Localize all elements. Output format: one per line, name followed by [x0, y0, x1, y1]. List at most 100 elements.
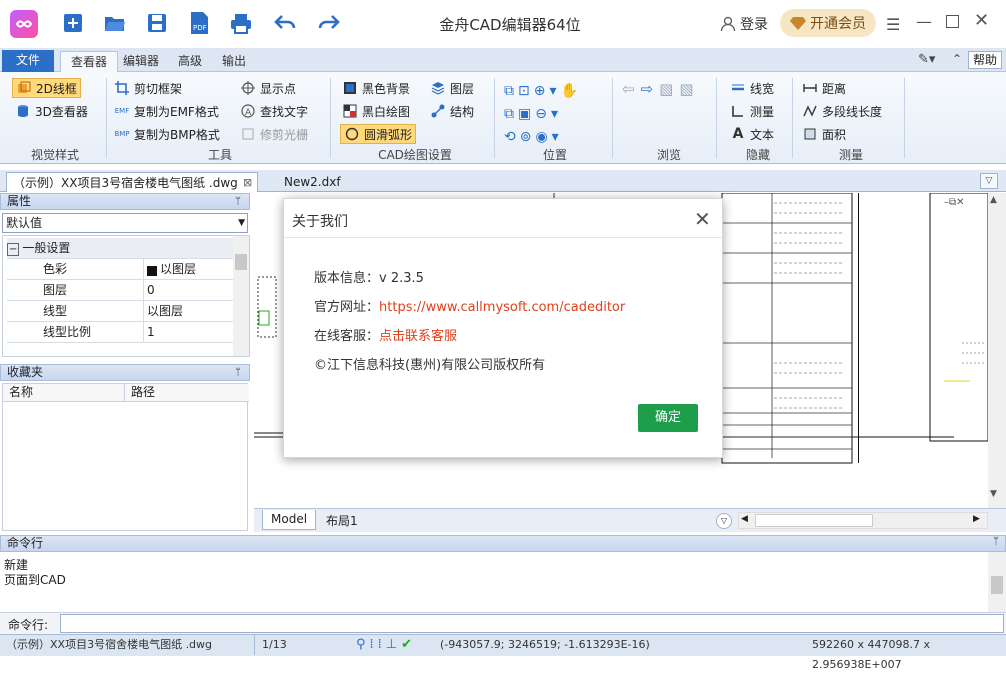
zoom-out-icon[interactable]: ⊖▾: [535, 106, 562, 122]
zoom-real-icon[interactable]: ◉▾: [535, 129, 562, 145]
print-icon[interactable]: [226, 8, 256, 38]
login-button[interactable]: 登录: [720, 14, 768, 34]
bw-label: 黑白绘图: [362, 104, 411, 119]
fit-icon[interactable]: ▣: [518, 106, 535, 122]
page-icon[interactable]: ▧: [659, 80, 679, 98]
save-icon[interactable]: [142, 8, 172, 38]
pin-icon[interactable]: ᛘ: [235, 194, 241, 209]
layout-tab-1[interactable]: 布局1: [326, 512, 358, 529]
open-folder-icon[interactable]: [100, 8, 130, 38]
3d-viewer-label: 3D查看器: [35, 104, 88, 119]
new-file-icon[interactable]: [58, 8, 88, 38]
rotate-icon[interactable]: ⟲: [504, 129, 520, 145]
property-row[interactable]: 图层 0: [7, 280, 235, 301]
property-name: 线型比例: [43, 325, 92, 339]
zoom-prev-icon[interactable]: ⊚: [520, 129, 536, 145]
canvas-vertical-scrollbar[interactable]: ▲ ▼: [988, 193, 1006, 508]
copy-bmp-label: 复制为BMP格式: [134, 127, 220, 142]
distance-button[interactable]: 距离: [802, 78, 846, 98]
hide-measure-label: 测量: [750, 104, 775, 119]
doc-tab-active[interactable]: （示例）XX项目3号宿舍楼电气图纸 .dwg ⊠: [6, 172, 258, 192]
collapse-ribbon-icon[interactable]: ⌃: [952, 52, 962, 66]
pin-icon[interactable]: ᛘ: [235, 365, 241, 380]
layers-button[interactable]: 图层: [430, 78, 474, 98]
line-width-icon: [730, 80, 746, 96]
properties-scrollbar[interactable]: [233, 236, 249, 356]
dialog-close-icon[interactable]: ✕: [694, 207, 711, 231]
doc-tab-new2[interactable]: New2.dxf: [278, 172, 347, 192]
canvas-horizontal-scrollbar[interactable]: ◀ ▶: [738, 512, 988, 529]
hide-measure-button[interactable]: 测量: [730, 101, 774, 121]
show-points-button[interactable]: 显示点: [240, 78, 296, 98]
menu-icon[interactable]: ☰: [886, 15, 900, 34]
hide-text-button[interactable]: A 文本: [730, 124, 774, 144]
ortho-icon[interactable]: ⊥: [386, 637, 401, 652]
snap-icon[interactable]: ⚲: [356, 637, 370, 652]
user-icon: [720, 16, 736, 32]
zoom-window-icon[interactable]: ⊡: [518, 83, 534, 99]
pan-icon[interactable]: ⧉: [504, 83, 518, 99]
trim-raster-button[interactable]: 修剪光栅: [240, 124, 308, 144]
undo-icon[interactable]: [270, 8, 300, 38]
property-row[interactable]: 线型比例 1: [7, 322, 235, 343]
zoom-extents-icon[interactable]: ⧉: [504, 106, 518, 122]
section-general[interactable]: − 一般设置: [7, 238, 235, 259]
support-link[interactable]: 点击联系客服: [379, 329, 457, 344]
document-tab-bar: （示例）XX项目3号宿舍楼电气图纸 .dwg ⊠ New2.dxf ▽: [0, 170, 1006, 192]
property-row[interactable]: 线型 以图层: [7, 301, 235, 322]
structure-button[interactable]: 结构: [430, 101, 474, 121]
black-white-button[interactable]: 黑白绘图: [342, 101, 410, 121]
minimize-icon[interactable]: —: [916, 12, 932, 31]
scroll-up-icon[interactable]: ▲: [990, 195, 997, 205]
svg-text:A: A: [245, 108, 252, 118]
forward-arrow-icon[interactable]: ⇨: [641, 80, 660, 98]
layout-list-icon[interactable]: ▽: [716, 513, 732, 529]
tab-advanced[interactable]: 高级: [168, 51, 212, 72]
col-name[interactable]: 名称: [3, 384, 125, 402]
redo-icon[interactable]: [314, 8, 344, 38]
polyline-length-button[interactable]: 多段线长度: [802, 101, 882, 121]
line-width-button[interactable]: 线宽: [730, 78, 774, 98]
2d-wireframe-button[interactable]: 2D线框: [12, 78, 81, 98]
copy-emf-button[interactable]: EMF 复制为EMF格式: [114, 101, 219, 121]
area-button[interactable]: 面积: [802, 124, 846, 144]
property-row[interactable]: 色彩 以图层: [7, 259, 235, 280]
command-input[interactable]: [60, 614, 1004, 633]
copy-bmp-button[interactable]: BMP 复制为BMP格式: [114, 124, 220, 144]
website-link[interactable]: https://www.callmysoft.com/cadeditor: [379, 300, 625, 315]
tab-file[interactable]: 文件: [2, 50, 54, 72]
properties-dropdown[interactable]: 默认值 ▼: [2, 213, 248, 233]
tab-output[interactable]: 输出: [212, 51, 256, 72]
osnap-icon[interactable]: ✔: [401, 637, 416, 652]
vip-button[interactable]: 开通会员: [780, 9, 876, 37]
emf-icon: EMF: [114, 107, 130, 115]
page-next-icon[interactable]: ▧: [679, 80, 699, 98]
favorites-list: 名称 路径: [2, 383, 249, 531]
edit-style-icon[interactable]: ✎▾: [918, 52, 935, 67]
crop-frame-button[interactable]: 剪切框架: [114, 78, 182, 98]
scroll-down-icon[interactable]: ▼: [990, 489, 997, 499]
close-tab-icon[interactable]: ⊠: [243, 173, 252, 193]
scroll-right-icon[interactable]: ▶: [973, 514, 980, 524]
help-button[interactable]: 帮助: [968, 51, 1002, 69]
back-arrow-icon[interactable]: ⇦: [622, 80, 641, 98]
maximize-icon[interactable]: [946, 15, 959, 28]
export-pdf-icon[interactable]: PDF: [184, 8, 214, 38]
col-path[interactable]: 路径: [125, 384, 249, 402]
3d-viewer-button[interactable]: 3D查看器: [15, 101, 88, 121]
layout-tab-model[interactable]: Model: [262, 510, 317, 530]
close-icon[interactable]: ✕: [974, 10, 989, 31]
zoom-in-icon[interactable]: ⊕▾: [534, 83, 561, 99]
ok-button[interactable]: 确定: [638, 404, 698, 432]
smooth-arc-button[interactable]: 圆滑弧形: [340, 124, 417, 144]
pin-icon[interactable]: ᛘ: [993, 536, 999, 547]
tab-editor[interactable]: 编辑器: [113, 51, 169, 72]
hand-icon[interactable]: ✋: [561, 83, 582, 99]
tab-list-icon[interactable]: ▽: [980, 173, 998, 189]
grid-icon[interactable]: ⁞⁞: [370, 637, 386, 652]
tab-viewer[interactable]: 查看器: [60, 51, 119, 72]
scroll-left-icon[interactable]: ◀: [741, 514, 748, 524]
command-scrollbar[interactable]: [988, 552, 1006, 612]
black-background-button[interactable]: 黑色背景: [342, 78, 410, 98]
find-text-button[interactable]: A 查找文字: [240, 101, 308, 121]
